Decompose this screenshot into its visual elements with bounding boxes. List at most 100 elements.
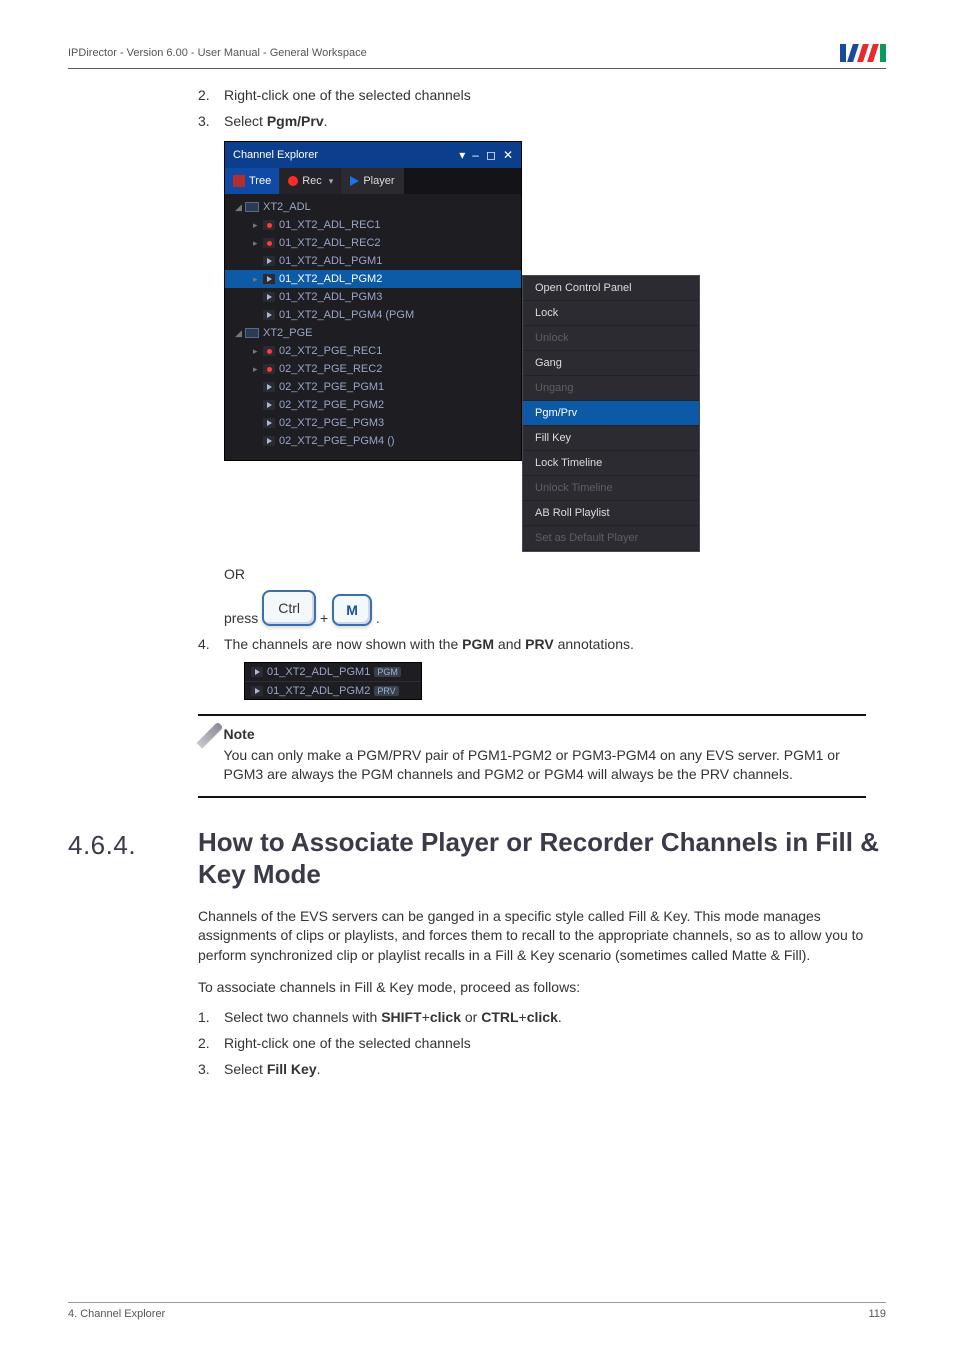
plus-sign: + [320,610,328,626]
expand-arrow-icon: ▸ [253,364,263,375]
play-icon [263,274,275,284]
play-icon [263,256,275,266]
step-number: 4. [198,636,224,652]
play-icon [263,310,275,320]
footer-left: 4. Channel Explorer [68,1308,165,1320]
list-item: 01_XT2_ADL_PGM2PRV [245,681,421,699]
context-menu-item[interactable]: Lock [523,301,699,326]
tree-node[interactable]: ◢XT2_PGE [225,324,521,342]
channel-label: 01_XT2_ADL_PGM1 [267,666,370,678]
text: Select two channels with [224,1009,381,1025]
context-menu-item[interactable]: Gang [523,351,699,376]
note-block: Note You can only make a PGM/PRV pair of… [198,714,866,798]
node-label: 02_XT2_PGE_REC1 [279,345,382,357]
paragraph: Channels of the EVS servers can be gange… [198,907,866,966]
tree-node[interactable]: ▸ 01_XT2_ADL_PGM2 [225,270,521,288]
paragraph: To associate channels in Fill & Key mode… [198,978,866,998]
minimize-icon[interactable]: – [472,148,479,162]
tree-node[interactable]: ◢XT2_ADL [225,198,521,216]
tree-node[interactable]: 02_XT2_PGE_PGM3 [225,414,521,432]
step-text: The channels are now shown with the PGM … [224,636,866,652]
step-text: Select two channels with SHIFT+click or … [224,1009,866,1025]
expand-arrow-icon: ▸ [253,274,263,285]
step-text: Right-click one of the selected channels [224,87,866,103]
play-icon [251,686,263,696]
text: Right-click one of the selected channels [224,1035,471,1051]
label: Player [363,175,394,187]
node-label: 02_XT2_PGE_PGM4 () [279,435,395,447]
step-number: 2. [198,1035,224,1051]
bold-term: click [527,1009,558,1025]
node-label: 02_XT2_PGE_PGM1 [279,381,384,393]
list-item: 01_XT2_ADL_PGM1PGM [245,663,421,681]
channel-explorer-panel: Channel Explorer ▾ – ◻ ✕ Tree Rec▾ Playe… [224,141,522,461]
play-icon [263,382,275,392]
expand-arrow-icon: ▸ [253,220,263,231]
record-icon [288,176,298,186]
tree-node[interactable]: 02_XT2_PGE_PGM1 [225,378,521,396]
result-panel: 01_XT2_ADL_PGM1PGM 01_XT2_ADL_PGM2PRV [244,662,422,700]
play-icon [263,292,275,302]
expand-arrow-icon: ▸ [253,346,263,357]
label: Tree [249,175,271,187]
text: Select [224,1061,267,1077]
tree-node[interactable]: 02_XT2_PGE_PGM2 [225,396,521,414]
tree-node[interactable]: ▸01_XT2_ADL_REC2 [225,234,521,252]
step-text: Select Fill Key. [224,1061,866,1077]
dropdown-icon[interactable]: ▾ [459,148,465,162]
press-label: press [224,610,258,626]
node-label: 02_XT2_PGE_PGM3 [279,417,384,429]
step-number: 3. [198,1061,224,1077]
context-menu-item: Set as Default Player [523,526,699,551]
maximize-icon[interactable]: ◻ [486,148,496,162]
prv-badge: PRV [374,686,398,696]
tree-node[interactable]: ▸ 02_XT2_PGE_REC2 [225,360,521,378]
text: or [461,1009,481,1025]
node-label: XT2_ADL [263,201,311,213]
text: and [494,636,525,652]
tree-node[interactable]: ▸ 02_XT2_PGE_REC1 [225,342,521,360]
text: Select [224,113,267,129]
context-menu-item: Unlock Timeline [523,476,699,501]
section-title: How to Associate Player or Recorder Chan… [198,826,886,891]
tree-node[interactable]: 01_XT2_ADL_PGM4 (PGM [225,306,521,324]
node-label: 01_XT2_ADL_PGM1 [279,255,382,267]
context-menu-item[interactable]: AB Roll Playlist [523,501,699,526]
node-label: 01_XT2_ADL_PGM3 [279,291,382,303]
tree-tab[interactable]: Tree [225,168,280,194]
tree-icon [233,175,245,187]
bold-term: PRV [525,636,554,652]
player-tab[interactable]: Player [342,168,403,194]
context-menu-item[interactable]: Pgm/Prv [523,401,699,426]
tree-node[interactable]: 01_XT2_ADL_PGM3 [225,288,521,306]
footer-page: 119 [868,1308,886,1320]
text: annotations. [554,636,634,652]
rec-tab[interactable]: Rec▾ [280,168,342,194]
record-icon [263,220,275,230]
step-text: Right-click one of the selected channels [224,1035,866,1051]
text: + [519,1009,527,1025]
note-icon [196,722,223,749]
bold-term: Fill Key [267,1061,317,1077]
node-label: 02_XT2_PGE_PGM2 [279,399,384,411]
node-label: 02_XT2_PGE_REC2 [279,363,382,375]
play-icon [251,667,263,677]
context-menu-item[interactable]: Fill Key [523,426,699,451]
tree-node[interactable]: 01_XT2_ADL_PGM1 [225,252,521,270]
node-label: 01_XT2_ADL_PGM2 [279,273,382,285]
close-icon[interactable]: ✕ [503,148,513,162]
expand-arrow-icon: ▸ [253,238,263,249]
context-menu-item[interactable]: Open Control Panel [523,276,699,301]
tree-node[interactable]: ▸01_XT2_ADL_REC1 [225,216,521,234]
period: . [376,610,380,626]
tree-node[interactable]: 02_XT2_PGE_PGM4 () [225,432,521,450]
note-title: Note [224,726,862,742]
context-menu-item: Ungang [523,376,699,401]
play-icon [263,436,275,446]
text: . [324,113,328,129]
node-label: 01_XT2_ADL_PGM4 (PGM [279,309,414,321]
play-icon [263,418,275,428]
context-menu-item[interactable]: Lock Timeline [523,451,699,476]
text: . [558,1009,562,1025]
channel-explorer-titlebar[interactable]: Channel Explorer ▾ – ◻ ✕ [225,142,521,168]
